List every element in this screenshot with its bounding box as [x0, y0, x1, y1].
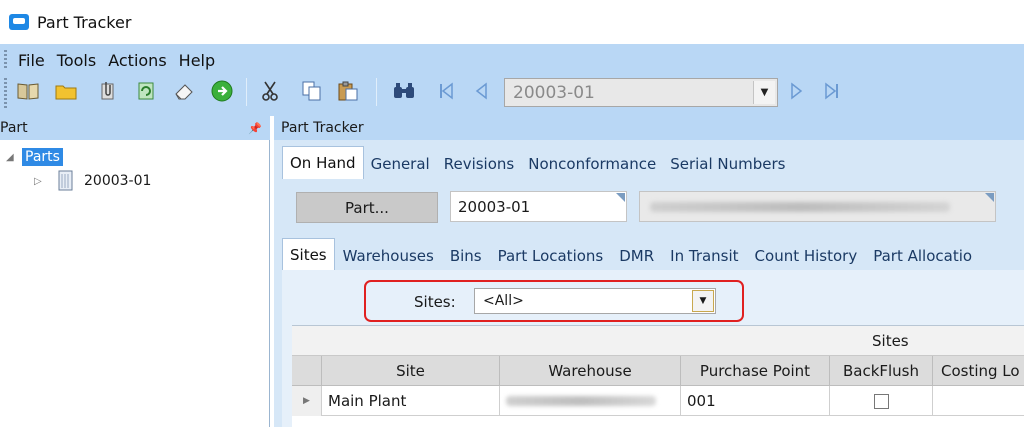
tab-sites[interactable]: Sites — [282, 238, 335, 271]
tab-in-transit[interactable]: In Transit — [662, 241, 746, 271]
part-number-value: 20003-01 — [458, 198, 531, 216]
grid-column-headers: Site Warehouse Purchase Point BackFlush … — [292, 356, 1024, 386]
part-icon — [56, 170, 76, 192]
tab-on-hand[interactable]: On Hand — [282, 146, 364, 179]
left-panel-title: Part — [0, 120, 28, 136]
previous-icon[interactable] — [470, 79, 494, 103]
grid-band-title: Sites — [872, 332, 909, 350]
refresh-icon[interactable] — [134, 79, 158, 103]
tab-serial-numbers[interactable]: Serial Numbers — [663, 149, 792, 179]
menu-bar: File Tools Actions Help — [0, 48, 227, 72]
book-icon[interactable] — [16, 79, 40, 103]
cell-warehouse[interactable] — [500, 386, 681, 416]
record-combo[interactable]: 20003-01 ▼ — [504, 78, 778, 107]
right-panel-title: Part Tracker — [281, 120, 364, 136]
column-header-warehouse[interactable]: Warehouse — [500, 356, 681, 386]
tab-warehouses[interactable]: Warehouses — [335, 241, 442, 271]
right-panel-header: Part Tracker — [274, 116, 1024, 140]
field-corner-marker — [985, 193, 994, 202]
row-indicator-icon[interactable]: ▶ — [292, 386, 322, 416]
primary-tabs: On Hand General Revisions Nonconformance… — [282, 145, 793, 179]
next-icon[interactable] — [784, 79, 808, 103]
cell-costing-lot[interactable] — [933, 386, 1024, 416]
menu-tools[interactable]: Tools — [57, 51, 96, 70]
part-number-input[interactable]: 20003-01 — [450, 191, 627, 222]
row-selector-header — [292, 356, 322, 386]
first-icon[interactable] — [434, 79, 458, 103]
toolbar-separator — [246, 78, 247, 106]
record-combo-value: 20003-01 — [513, 83, 595, 103]
menu-file[interactable]: File — [18, 51, 45, 70]
secondary-tabs: Sites Warehouses Bins Part Locations DMR… — [282, 237, 980, 271]
cell-backflush — [830, 386, 933, 416]
left-panel-header: Part 📌 — [0, 116, 270, 140]
tab-part-locations[interactable]: Part Locations — [490, 241, 612, 271]
paste-icon[interactable] — [336, 79, 360, 103]
toolbar-grip[interactable] — [4, 78, 7, 108]
column-header-backflush[interactable]: BackFlush — [830, 356, 933, 386]
column-header-purchase-point[interactable]: Purchase Point — [681, 356, 830, 386]
tab-general[interactable]: General — [364, 149, 437, 179]
tab-part-allocation[interactable]: Part Allocatio — [865, 241, 980, 271]
table-row[interactable]: ▶ Main Plant 001 — [292, 386, 1024, 416]
grid-band-header: Sites — [292, 326, 1024, 356]
pin-icon[interactable]: 📌 — [248, 122, 262, 135]
folder-icon[interactable] — [54, 79, 78, 103]
sites-filter-value: <All> — [483, 293, 524, 309]
last-icon[interactable] — [820, 79, 844, 103]
tab-nonconformance[interactable]: Nonconformance — [521, 149, 663, 179]
go-icon[interactable] — [210, 79, 234, 103]
sites-filter-highlight: Sites: <All> ▼ — [364, 280, 744, 322]
part-button[interactable]: Part... — [296, 192, 438, 223]
part-tracker-panel: On Hand General Revisions Nonconformance… — [274, 140, 1024, 427]
part-description-field — [639, 191, 996, 222]
redacted-description — [650, 202, 950, 212]
tree-root-label[interactable]: Parts — [22, 148, 63, 166]
sites-filter-label: Sites: — [414, 293, 456, 311]
menu-toolbar-area: File Tools Actions Help 20003-01 ▼ — [0, 44, 1024, 116]
sites-filter-combo[interactable]: <All> ▼ — [474, 288, 716, 314]
field-corner-marker — [616, 193, 625, 202]
sites-tab-content: Sites: <All> ▼ Sites Site Warehouse Purc… — [282, 270, 1024, 427]
cut-icon[interactable] — [258, 79, 282, 103]
tree-root-node[interactable]: ◢ Parts — [6, 148, 63, 166]
cell-site[interactable]: Main Plant — [322, 386, 500, 416]
sites-grid: Sites Site Warehouse Purchase Point Back… — [292, 325, 1024, 427]
cell-purchase-point[interactable]: 001 — [681, 386, 830, 416]
app-icon — [9, 14, 29, 30]
tab-revisions[interactable]: Revisions — [437, 149, 522, 179]
tree-collapse-icon[interactable]: ◢ — [6, 152, 22, 163]
menu-actions[interactable]: Actions — [108, 51, 166, 70]
part-tree-panel: ◢ Parts ▷ 20003-01 — [0, 140, 270, 427]
tree-child-node[interactable]: ▷ 20003-01 — [34, 170, 151, 192]
tree-child-label[interactable]: 20003-01 — [84, 173, 151, 189]
backflush-checkbox[interactable] — [873, 393, 889, 409]
redacted-warehouse — [506, 396, 656, 406]
column-header-costing-lot[interactable]: Costing Lo — [933, 356, 1024, 386]
window-title: Part Tracker — [37, 12, 132, 32]
eraser-icon[interactable] — [172, 79, 196, 103]
tab-bins[interactable]: Bins — [442, 241, 490, 271]
chevron-down-icon[interactable]: ▼ — [753, 81, 775, 104]
binoculars-icon[interactable] — [392, 79, 416, 103]
copy-icon[interactable] — [300, 79, 324, 103]
column-header-site[interactable]: Site — [322, 356, 500, 386]
tab-dmr[interactable]: DMR — [611, 241, 662, 271]
tree-expand-icon[interactable]: ▷ — [34, 176, 50, 187]
tab-count-history[interactable]: Count History — [747, 241, 866, 271]
attach-icon[interactable] — [96, 79, 120, 103]
toolbar: 20003-01 ▼ — [0, 74, 1024, 112]
toolbar-separator — [376, 78, 377, 106]
menu-help[interactable]: Help — [179, 51, 215, 70]
title-bar: Part Tracker — [0, 0, 1024, 44]
chevron-down-icon[interactable]: ▼ — [692, 290, 714, 312]
